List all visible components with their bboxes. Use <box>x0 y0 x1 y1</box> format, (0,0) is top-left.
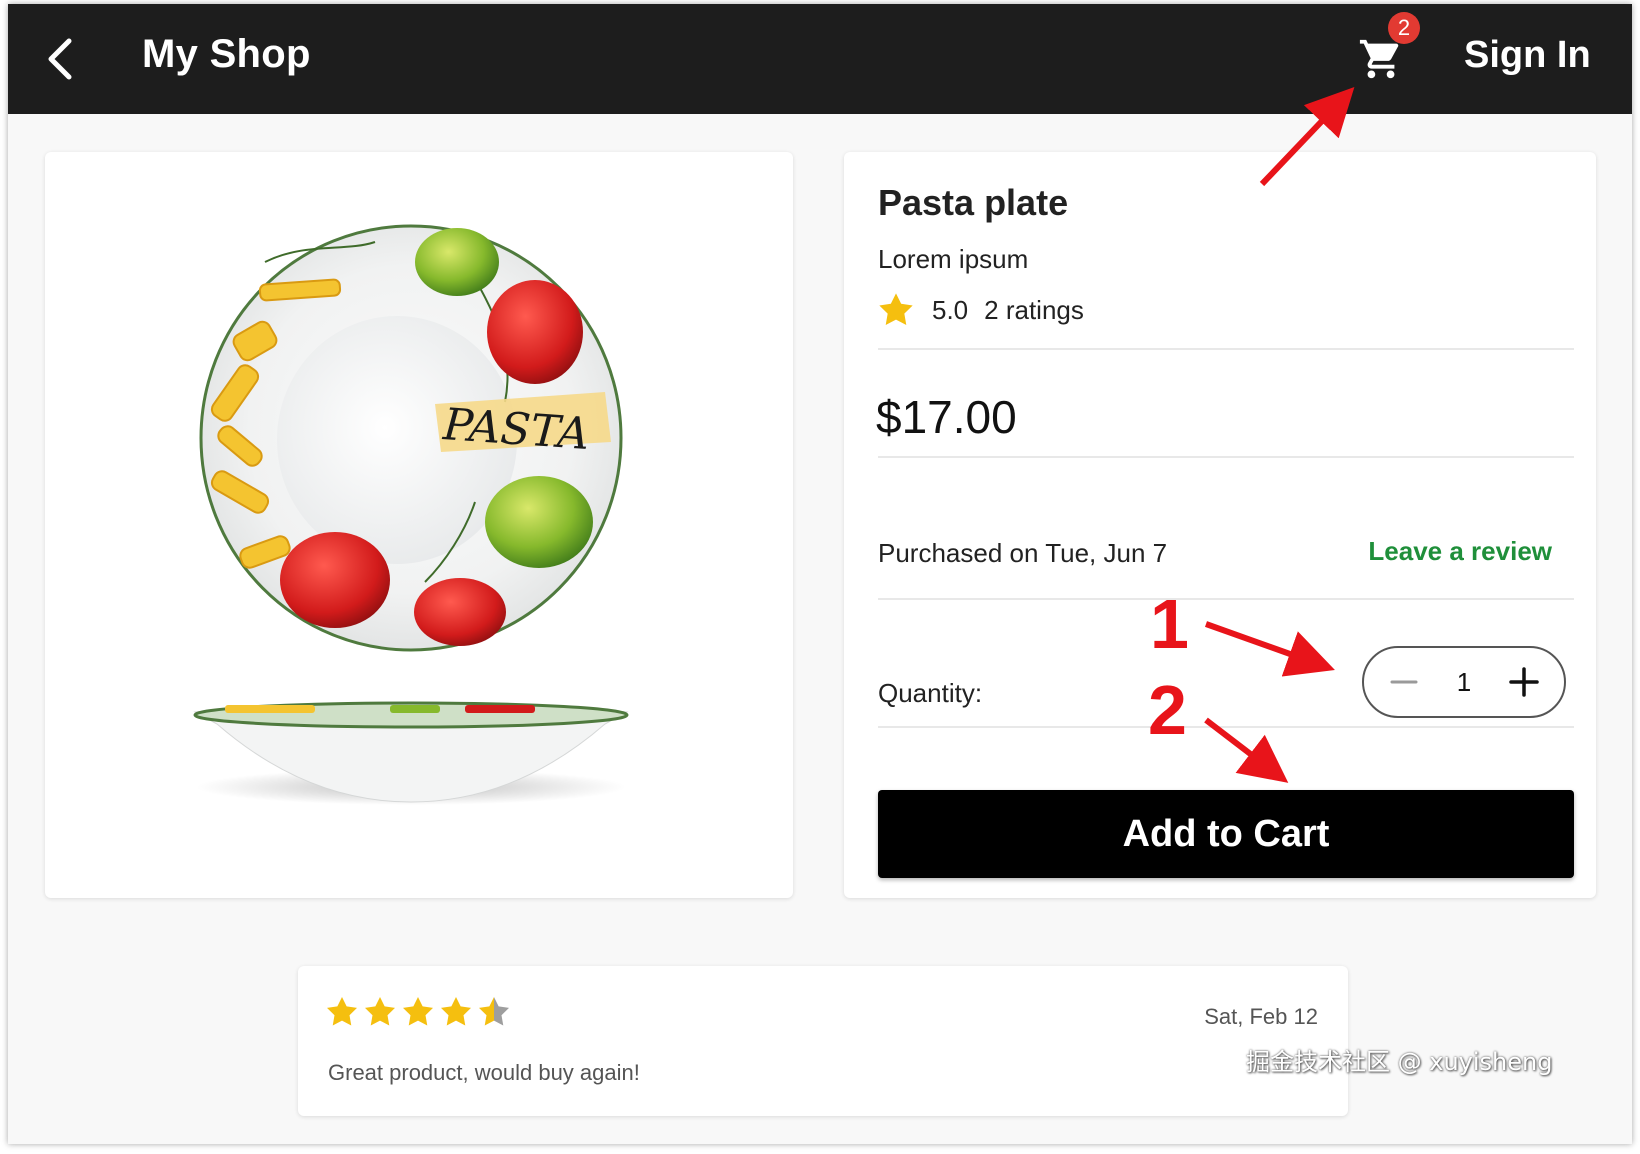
quantity-value: 1 <box>1456 666 1472 697</box>
app-window: My Shop 2 Sign In PASTA Pasta plate Lore… <box>8 4 1632 1144</box>
star-icon <box>403 997 433 1026</box>
sign-in-button[interactable]: Sign In <box>1464 34 1591 77</box>
product-subtitle: Lorem ipsum <box>878 244 1029 274</box>
chevron-left-icon <box>48 38 72 80</box>
review-text: Great product, would buy again! <box>328 1060 640 1085</box>
product-name: Pasta plate <box>878 182 1069 223</box>
divider <box>878 456 1574 458</box>
star-icon <box>879 293 913 326</box>
annotation-step-2: 2 <box>1148 671 1187 749</box>
plus-icon <box>1509 667 1539 697</box>
star-icon <box>441 997 471 1026</box>
rating-count: 2 ratings <box>984 294 1084 325</box>
increment-button[interactable] <box>1504 662 1544 702</box>
minus-icon <box>1390 680 1418 684</box>
cart-count-badge: 2 <box>1388 12 1420 44</box>
pasta-plate-image: PASTA <box>193 224 629 805</box>
star-icon <box>327 997 357 1026</box>
cart-button[interactable]: 2 <box>1358 12 1420 88</box>
review-card: Sat, Feb 12 Great product, would buy aga… <box>298 966 1348 1116</box>
back-button[interactable] <box>30 29 90 89</box>
half-star-icon <box>479 997 509 1026</box>
shopping-cart-icon <box>1359 39 1399 79</box>
quantity-label: Quantity: <box>878 678 983 708</box>
leave-review-link[interactable]: Leave a review <box>1368 536 1552 567</box>
review-stars <box>324 994 512 1030</box>
watermark: 掘金技术社区 @ xuyisheng <box>1246 1048 1553 1076</box>
review-date: Sat, Feb 12 <box>1204 1004 1318 1029</box>
product-price: $17.00 <box>876 391 1017 443</box>
divider <box>878 348 1574 350</box>
app-title: My Shop <box>142 32 311 76</box>
decrement-button[interactable] <box>1384 662 1424 702</box>
product-info-card: Pasta plate Lorem ipsum 5.0 2 ratings $1… <box>844 152 1596 898</box>
add-to-cart-button[interactable]: Add to Cart <box>878 790 1574 878</box>
product-image-card: PASTA <box>45 152 793 898</box>
plate-lettering: PASTA <box>441 399 591 460</box>
rating-value: 5.0 <box>932 294 969 325</box>
annotation-step-1: 1 <box>1150 585 1189 663</box>
star-icon <box>365 997 395 1026</box>
divider <box>878 726 1574 728</box>
rating-summary: 5.0 2 ratings <box>876 290 1084 330</box>
app-bar: My Shop 2 Sign In <box>8 4 1632 114</box>
divider <box>878 598 1574 600</box>
purchase-date: Purchased on Tue, Jun 7 <box>878 538 1168 568</box>
quantity-stepper: 1 <box>1362 646 1566 718</box>
